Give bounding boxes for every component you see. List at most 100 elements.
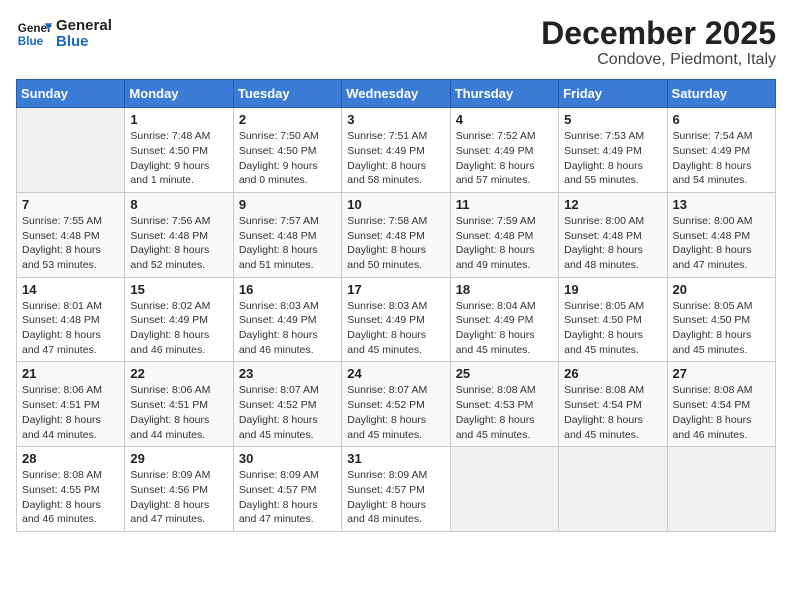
table-row: 6 Sunrise: 7:54 AMSunset: 4:49 PMDaylight… [667, 108, 775, 193]
table-row: 17Sunrise: 8:03 AMSunset: 4:49 PMDayligh… [342, 277, 450, 362]
day-number: 10 [347, 197, 444, 212]
day-info: Sunrise: 7:58 AMSunset: 4:48 PMDaylight:… [347, 214, 444, 273]
table-row: 15Sunrise: 8:02 AMSunset: 4:49 PMDayligh… [125, 277, 233, 362]
day-number: 23 [239, 366, 336, 381]
day-info: Sunrise: 8:09 AMSunset: 4:57 PMDaylight:… [239, 468, 336, 527]
day-number: 31 [347, 451, 444, 466]
day-number: 6 [673, 112, 770, 127]
table-row: 1Sunrise: 7:48 AMSunset: 4:50 PMDaylight… [125, 108, 233, 193]
col-friday: Friday [559, 80, 667, 108]
month-title: December 2025 [541, 16, 776, 51]
table-row: 5Sunrise: 7:53 AMSunset: 4:49 PMDaylight… [559, 108, 667, 193]
table-row: 13 Sunrise: 8:00 AMSunset: 4:48 PMDayligh… [667, 192, 775, 277]
calendar-table: Sunday Monday Tuesday Wednesday Thursday… [16, 79, 776, 532]
day-number: 15 [130, 282, 227, 297]
calendar-week-row: 21 Sunrise: 8:06 AMSunset: 4:51 PMDayligh… [17, 362, 776, 447]
day-number: 24 [347, 366, 444, 381]
day-number: 14 [22, 282, 119, 297]
logo-icon: General Blue [16, 16, 52, 52]
table-row: 22 Sunrise: 8:06 AMSunset: 4:51 PMDayligh… [125, 362, 233, 447]
day-info: Sunrise: 8:08 AMSunset: 4:55 PMDaylight:… [22, 468, 119, 527]
table-row [450, 447, 558, 532]
table-row: 8 Sunrise: 7:56 AMSunset: 4:48 PMDaylight… [125, 192, 233, 277]
day-number: 8 [130, 197, 227, 212]
col-saturday: Saturday [667, 80, 775, 108]
col-wednesday: Wednesday [342, 80, 450, 108]
day-number: 27 [673, 366, 770, 381]
day-info: Sunrise: 8:07 AMSunset: 4:52 PMDaylight:… [347, 383, 444, 442]
table-row: 21Sunrise: 8:06 AMSunset: 4:51 PMDayligh… [17, 362, 125, 447]
table-row: 12Sunrise: 8:00 AMSunset: 4:48 PMDayligh… [559, 192, 667, 277]
table-row [17, 108, 125, 193]
day-info: Sunrise: 8:03 AMSunset: 4:49 PMDaylight:… [239, 299, 336, 358]
table-row: 16 Sunrise: 8:03 AMSunset: 4:49 PMDayligh… [233, 277, 341, 362]
day-number: 11 [456, 197, 553, 212]
day-number: 2 [239, 112, 336, 127]
table-row: 3 Sunrise: 7:51 AMSunset: 4:49 PMDaylight… [342, 108, 450, 193]
calendar-week-row: 28 Sunrise: 8:08 AMSunset: 4:55 PMDayligh… [17, 447, 776, 532]
col-monday: Monday [125, 80, 233, 108]
calendar-week-row: 1Sunrise: 7:48 AMSunset: 4:50 PMDaylight… [17, 108, 776, 193]
day-number: 16 [239, 282, 336, 297]
table-row: 4 Sunrise: 7:52 AMSunset: 4:49 PMDaylight… [450, 108, 558, 193]
svg-text:Blue: Blue [18, 35, 44, 48]
calendar-week-row: 7 Sunrise: 7:55 AMSunset: 4:48 PMDaylight… [17, 192, 776, 277]
day-number: 19 [564, 282, 661, 297]
col-tuesday: Tuesday [233, 80, 341, 108]
day-info: Sunrise: 7:50 AMSunset: 4:50 PMDaylight:… [239, 129, 336, 188]
day-info: Sunrise: 7:59 AMSunset: 4:48 PMDaylight:… [456, 214, 553, 273]
day-info: Sunrise: 7:52 AMSunset: 4:49 PMDaylight:… [456, 129, 553, 188]
logo-text: General Blue [56, 18, 112, 51]
col-thursday: Thursday [450, 80, 558, 108]
day-number: 13 [673, 197, 770, 212]
day-info: Sunrise: 7:51 AMSunset: 4:49 PMDaylight:… [347, 129, 444, 188]
day-number: 4 [456, 112, 553, 127]
day-number: 22 [130, 366, 227, 381]
day-info: Sunrise: 8:08 AMSunset: 4:54 PMDaylight:… [564, 383, 661, 442]
day-info: Sunrise: 8:03 AMSunset: 4:49 PMDaylight:… [347, 299, 444, 358]
table-row: 23 Sunrise: 8:07 AMSunset: 4:52 PMDayligh… [233, 362, 341, 447]
location: Condove, Piedmont, Italy [541, 51, 776, 69]
day-number: 12 [564, 197, 661, 212]
table-row: 14Sunrise: 8:01 AMSunset: 4:48 PMDayligh… [17, 277, 125, 362]
table-row: 2 Sunrise: 7:50 AMSunset: 4:50 PMDaylight… [233, 108, 341, 193]
day-number: 9 [239, 197, 336, 212]
day-info: Sunrise: 8:05 AMSunset: 4:50 PMDaylight:… [673, 299, 770, 358]
header: General Blue General Blue December 2025 … [16, 16, 776, 69]
day-number: 21 [22, 366, 119, 381]
day-info: Sunrise: 7:56 AMSunset: 4:48 PMDaylight:… [130, 214, 227, 273]
day-info: Sunrise: 8:09 AMSunset: 4:56 PMDaylight:… [130, 468, 227, 527]
calendar-header-row: Sunday Monday Tuesday Wednesday Thursday… [17, 80, 776, 108]
table-row: 29 Sunrise: 8:09 AMSunset: 4:56 PMDayligh… [125, 447, 233, 532]
day-number: 7 [22, 197, 119, 212]
day-info: Sunrise: 8:00 AMSunset: 4:48 PMDaylight:… [673, 214, 770, 273]
day-info: Sunrise: 8:06 AMSunset: 4:51 PMDaylight:… [130, 383, 227, 442]
day-number: 29 [130, 451, 227, 466]
title-block: December 2025 Condove, Piedmont, Italy [541, 16, 776, 69]
day-number: 28 [22, 451, 119, 466]
table-row [667, 447, 775, 532]
day-info: Sunrise: 8:05 AMSunset: 4:50 PMDaylight:… [564, 299, 661, 358]
table-row [559, 447, 667, 532]
day-number: 30 [239, 451, 336, 466]
day-info: Sunrise: 8:04 AMSunset: 4:49 PMDaylight:… [456, 299, 553, 358]
day-info: Sunrise: 8:08 AMSunset: 4:53 PMDaylight:… [456, 383, 553, 442]
table-row: 24 Sunrise: 8:07 AMSunset: 4:52 PMDayligh… [342, 362, 450, 447]
day-number: 3 [347, 112, 444, 127]
table-row: 31Sunrise: 8:09 AMSunset: 4:57 PMDayligh… [342, 447, 450, 532]
table-row: 18 Sunrise: 8:04 AMSunset: 4:49 PMDayligh… [450, 277, 558, 362]
day-info: Sunrise: 7:53 AMSunset: 4:49 PMDaylight:… [564, 129, 661, 188]
day-number: 25 [456, 366, 553, 381]
table-row: 27Sunrise: 8:08 AMSunset: 4:54 PMDayligh… [667, 362, 775, 447]
table-row: 9Sunrise: 7:57 AMSunset: 4:48 PMDaylight… [233, 192, 341, 277]
table-row: 19 Sunrise: 8:05 AMSunset: 4:50 PMDayligh… [559, 277, 667, 362]
table-row: 28 Sunrise: 8:08 AMSunset: 4:55 PMDayligh… [17, 447, 125, 532]
day-info: Sunrise: 8:07 AMSunset: 4:52 PMDaylight:… [239, 383, 336, 442]
table-row: 7 Sunrise: 7:55 AMSunset: 4:48 PMDaylight… [17, 192, 125, 277]
calendar-week-row: 14Sunrise: 8:01 AMSunset: 4:48 PMDayligh… [17, 277, 776, 362]
day-info: Sunrise: 7:54 AMSunset: 4:49 PMDaylight:… [673, 129, 770, 188]
day-info: Sunrise: 7:55 AMSunset: 4:48 PMDaylight:… [22, 214, 119, 273]
day-number: 1 [130, 112, 227, 127]
day-number: 26 [564, 366, 661, 381]
day-number: 18 [456, 282, 553, 297]
